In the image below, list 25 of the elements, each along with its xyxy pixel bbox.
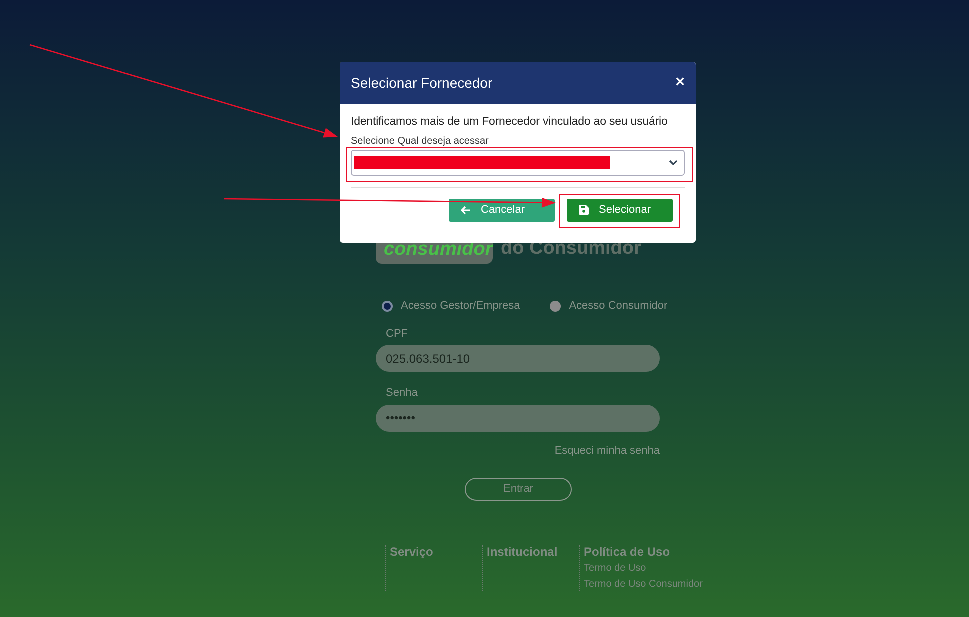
radio-button[interactable] xyxy=(550,301,562,312)
footer-link[interactable]: Termo de Uso xyxy=(584,563,703,576)
field-label: CPF xyxy=(386,328,409,342)
modal-title: Selecionar Fornecedor xyxy=(351,74,493,92)
radio-label[interactable]: Acesso Consumidor xyxy=(569,300,668,314)
login-button[interactable]: Entrar xyxy=(465,478,572,501)
footer-heading: Serviço xyxy=(390,544,434,560)
field-label: Senha xyxy=(386,387,419,401)
close-button[interactable]: × xyxy=(676,75,685,91)
supplier-select[interactable] xyxy=(351,150,685,176)
input-field[interactable]: ••••••• xyxy=(376,404,660,432)
footer-heading: Institucional xyxy=(487,544,559,560)
select-button[interactable]: Selecionar xyxy=(567,198,673,222)
input-field[interactable]: 025.063.501-10 xyxy=(376,345,660,372)
radio-button[interactable] xyxy=(382,301,393,312)
modal-message: Identificamos mais de um Fornecedor vinculado ao seu usuário xyxy=(351,116,669,130)
forgot-password-link[interactable]: Esqueci minha senha xyxy=(376,444,660,458)
cancel-button[interactable]: Cancelar xyxy=(449,198,555,222)
footer-link[interactable]: Termo de Uso Consumidor xyxy=(584,579,703,592)
save-icon xyxy=(579,205,589,216)
arrow-left-icon xyxy=(461,206,471,215)
radio-label[interactable]: Acesso Gestor/Empresa xyxy=(401,300,520,314)
select-label: Selecione Qual deseja acessar xyxy=(351,136,490,148)
footer-heading: Política de Uso xyxy=(584,544,672,560)
chevron-down-icon xyxy=(669,160,678,166)
